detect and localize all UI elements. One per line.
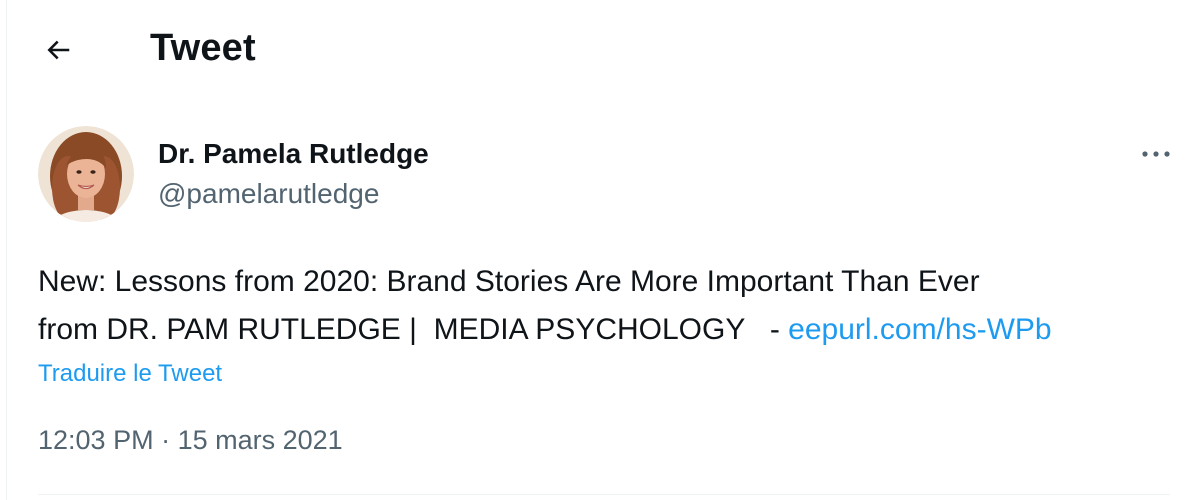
tweet-text: New: Lessons from 2020: Brand Stories Ar… <box>38 258 1188 354</box>
translate-tweet-link[interactable]: Traduire le Tweet <box>38 360 222 388</box>
more-options-button[interactable] <box>1134 136 1178 172</box>
arrow-left-icon <box>47 40 70 60</box>
tweet-date[interactable]: 15 mars 2021 <box>178 425 343 455</box>
author-handle[interactable]: @pamelarutledge <box>158 178 379 210</box>
tweet-text-line-2: from DR. PAM RUTLEDGE | MEDIA PSYCHOLOGY… <box>38 313 789 346</box>
tweet-time[interactable]: 12:03 PM <box>38 425 154 455</box>
tweet-link[interactable]: eepurl.com/hs-WPb <box>788 313 1051 346</box>
tweet-author: Dr. Pamela Rutledge @pamelarutledge <box>38 126 1178 226</box>
avatar[interactable] <box>38 126 134 222</box>
profile-photo-image <box>38 126 134 222</box>
tweet-timestamp: 12:03 PM · 15 mars 2021 <box>38 425 343 456</box>
author-display-name[interactable]: Dr. Pamela Rutledge <box>158 138 429 170</box>
more-dots-icon <box>1142 151 1170 157</box>
tweet-text-line-1: New: Lessons from 2020: Brand Stories Ar… <box>38 265 980 298</box>
page-title: Tweet <box>150 27 256 69</box>
timestamp-separator: · <box>153 425 178 455</box>
back-button[interactable] <box>36 28 80 72</box>
page-header: Tweet <box>0 0 1200 100</box>
divider <box>38 494 1170 495</box>
